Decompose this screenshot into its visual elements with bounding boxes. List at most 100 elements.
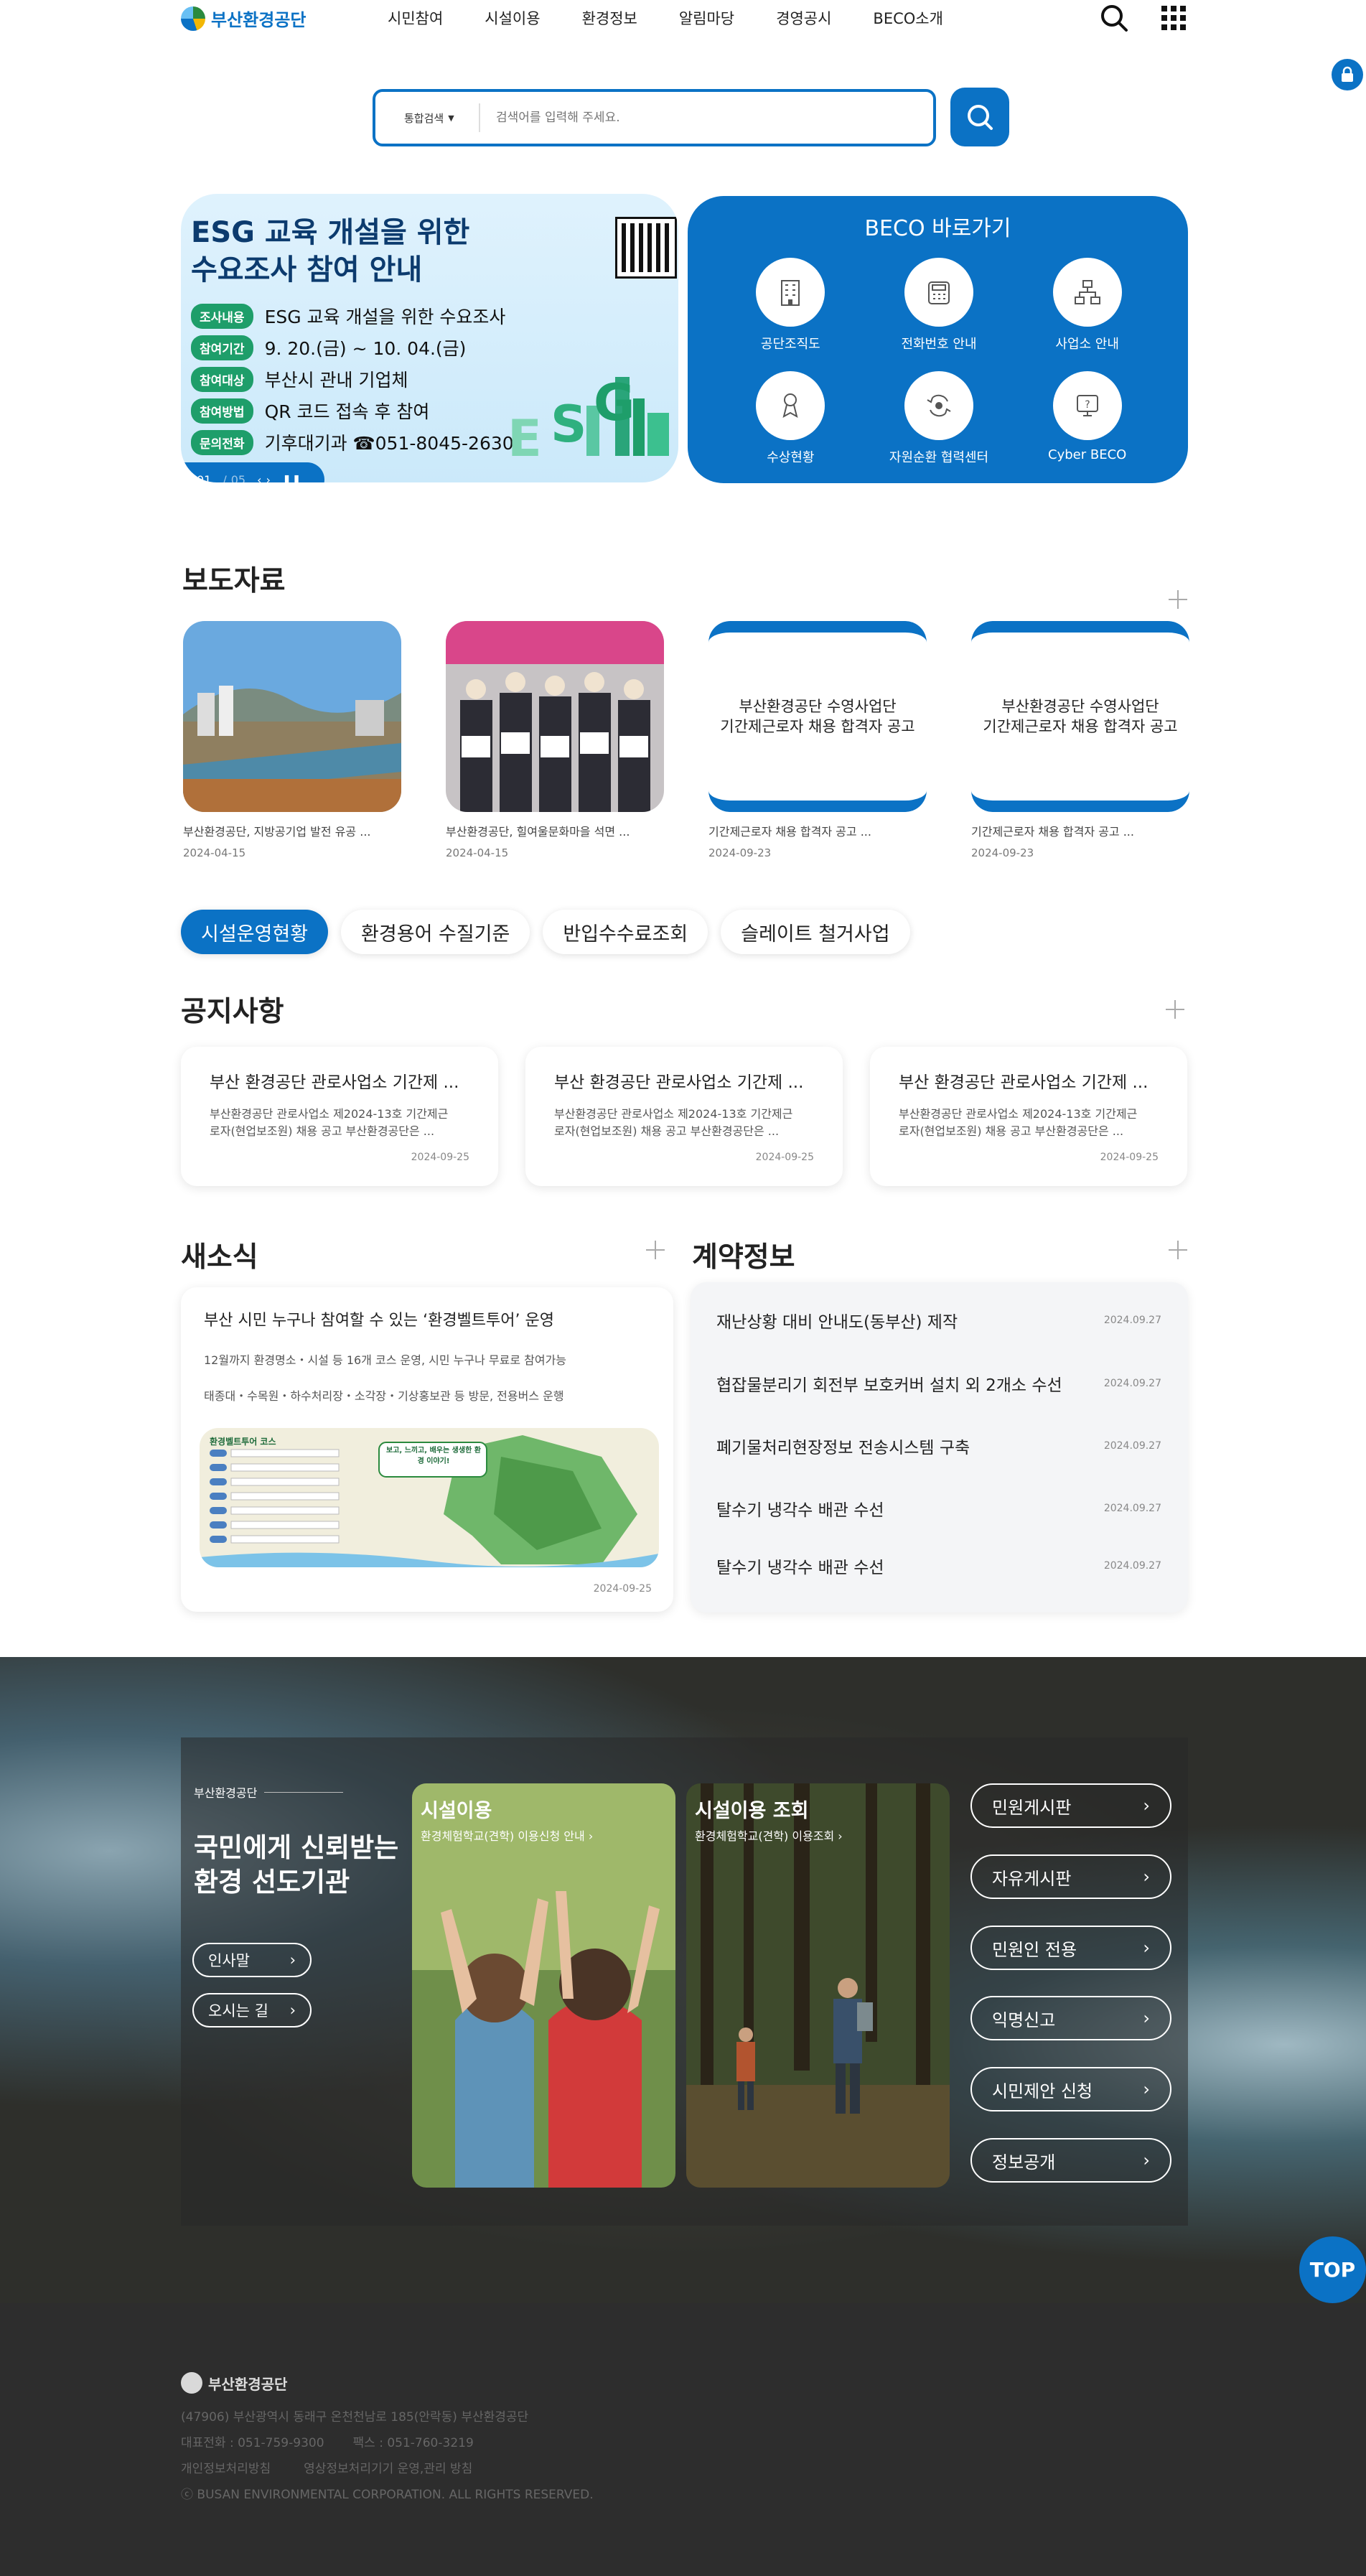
press-card[interactable]: 부산환경공단 수영사업단 기간제근로자 채용 합격자 공고 기간제근로자 채용 합… [971, 621, 1189, 859]
shortcut-cyber-beco[interactable]: ? Cyber BECO [1013, 371, 1161, 466]
press-card[interactable]: 부산환경공단, 힐여울문화마을 석면 ... 2024-04-15 [446, 621, 664, 859]
search-scope-select[interactable]: 통합검색 ▼ [375, 103, 480, 132]
contract-row-date: 2024.09.27 [1103, 1440, 1161, 1452]
link-civil-only[interactable]: 민원인 전용 › [970, 1926, 1171, 1970]
search-scope-label: 통합검색 [404, 111, 444, 125]
tab-facility-status[interactable]: 시설운영현황 [181, 910, 329, 954]
svg-text:S: S [551, 395, 586, 454]
press-more-icon[interactable] [1169, 590, 1187, 609]
contract-row[interactable]: 폐기물처리현장정보 전송시스템 구축 2024.09.27 [716, 1434, 1161, 1458]
next-icon[interactable]: › [266, 473, 271, 483]
prev-icon[interactable]: ‹ [257, 473, 261, 483]
link-label: 익명신고 [992, 2010, 1056, 2030]
contract-row-title: 탈수기 냉각수 배관 수선 [716, 1501, 884, 1520]
contract-row-title: 협잡물분리기 회전부 보호커버 설치 외 2개소 수선 [716, 1376, 1062, 1395]
shortcut-label: 전화번호 안내 [901, 337, 977, 352]
notice-more-icon[interactable] [1166, 1000, 1184, 1019]
contract-title: 계약정보 [692, 1241, 795, 1274]
link-info-disclosure[interactable]: 정보공개 › [970, 2138, 1171, 2183]
chevron-right-icon: › [1143, 1867, 1150, 1887]
press-date: 2024-09-23 [971, 846, 1034, 859]
all-menu-icon[interactable] [1157, 1, 1190, 34]
contract-row[interactable]: 협잡물분리기 회전부 보호커버 설치 외 2개소 수선 2024.09.27 [716, 1371, 1161, 1396]
notice-card-summary: 부산환경공단 관로사업소 제2024-13호 기간제근 로자(현업보조원) 채용 … [210, 1106, 469, 1140]
contract-row[interactable]: 탈수기 냉각수 배관 수선 2024.09.27 [716, 1496, 1161, 1521]
phone-icon [904, 258, 973, 327]
nav-item-citizen[interactable]: 시민참여 [388, 7, 443, 29]
link-free-board[interactable]: 자유게시판 › [970, 1854, 1171, 1899]
shortcut-label: 자원순환 협력센터 [889, 450, 989, 465]
news-headline: 부산 시민 누구나 참여할 수 있는 ‘환경벨트투어’ 운영 [204, 1312, 554, 1330]
banner-row-value: QR 코드 접속 후 참여 [264, 401, 430, 422]
notice-card[interactable]: 부산 환경공단 관로사업소 기간제 ... 부산환경공단 관로사업소 제2024… [181, 1047, 498, 1186]
notice-summary-line2: 로자(현업보조원) 채용 공고 부산환경공단은 ... [554, 1124, 780, 1138]
poster-slogan: 보고, 느끼고, 배우는 생생한 환경 이야기! [386, 1447, 481, 1465]
banner-row-label: 참여방법 [191, 398, 253, 424]
search-input[interactable] [480, 111, 933, 125]
press-date: 2024-04-15 [183, 846, 246, 859]
svg-text:E: E [507, 409, 542, 468]
tab-slate-removal[interactable]: 슬레이트 철거사업 [721, 910, 910, 954]
search-bar: 통합검색 ▼ [373, 89, 936, 146]
contract-list: 재난상황 대비 안내도(동부산) 제작 2024.09.27 협잡물분리기 회전부… [691, 1282, 1188, 1613]
lookup-card-sub-text: 환경체험학교(견학) 이용조회 [695, 1829, 835, 1843]
tab-fee-lookup[interactable]: 반입수수료조회 [543, 910, 708, 954]
press-text-card: 부산환경공단 수영사업단 기간제근로자 채용 합격자 공고 [971, 621, 1189, 812]
notice-card-title: 부산 환경공단 관로사업소 기간제 ... [554, 1073, 804, 1092]
directions-button[interactable]: 오시는 길 › [192, 1993, 312, 2027]
shortcut-phone[interactable]: 전화번호 안내 [865, 258, 1014, 353]
nav-item-notice[interactable]: 알림마당 [679, 7, 734, 29]
cctv-policy-link[interactable]: 영상정보처리기기 운영,관리 방침 [304, 2458, 472, 2476]
contract-row-date: 2024.09.27 [1103, 1503, 1161, 1514]
nav-item-management[interactable]: 경영공시 [776, 7, 831, 29]
news-title: 새소식 [181, 1241, 258, 1274]
notice-card[interactable]: 부산 환경공단 관로사업소 기간제 ... 부산환경공단 관로사업소 제2024… [525, 1047, 843, 1186]
chevron-right-icon: › [1143, 2079, 1150, 2099]
shortcut-recycle-center[interactable]: 자원순환 협력센터 [865, 371, 1014, 466]
logo-text: 부산환경공단 [211, 10, 307, 30]
news-card[interactable]: 부산 시민 누구나 참여할 수 있는 ‘환경벨트투어’ 운영 12월까지 환경명… [181, 1287, 673, 1612]
chevron-right-icon: › [1143, 1938, 1150, 1958]
link-civil-board[interactable]: 민원게시판 › [970, 1783, 1171, 1828]
tab-water-quality[interactable]: 환경용어 수질기준 [341, 910, 530, 954]
contract-row[interactable]: 탈수기 냉각수 배관 수선 2024.09.27 [716, 1554, 1161, 1578]
shortcut-awards[interactable]: 수상현황 [716, 371, 865, 466]
pause-icon[interactable]: ❚❚ [282, 473, 301, 483]
chevron-right-icon: › [1143, 2008, 1150, 2028]
nav-item-about[interactable]: BECO소개 [873, 7, 943, 29]
lock-icon[interactable] [1332, 59, 1363, 90]
facility-use-card[interactable]: 시설이용 환경체험학교(견학) 이용신청 안내 › [412, 1783, 675, 2188]
trophy-icon [756, 371, 825, 440]
search-button[interactable] [950, 88, 1009, 146]
scroll-top-button[interactable]: TOP [1299, 2236, 1366, 2303]
contract-row[interactable]: 재난상황 대비 안내도(동부산) 제작 2024.09.27 [716, 1308, 1161, 1333]
main-banner[interactable]: ESG 교육 개설을 위한 수요조사 참여 안내 조사내용 ESG 교육 개설을 위… [181, 194, 678, 482]
promo-org: 부산환경공단 [194, 1783, 344, 1801]
press-card[interactable]: 부산환경공단 수영사업단 기간제근로자 채용 합격자 공고 기간제근로자 채용 합… [708, 621, 927, 859]
greeting-label: 인사말 [208, 1952, 250, 1969]
greeting-button[interactable]: 인사말 › [192, 1943, 312, 1977]
facility-photo [412, 1783, 675, 2188]
link-anonymous-report[interactable]: 익명신고 › [970, 1996, 1171, 2040]
site-logo[interactable]: 부산환경공단 [181, 6, 306, 31]
banner-row: 참여대상 부산시 관내 기업체 [191, 366, 408, 392]
search-icon[interactable] [1098, 1, 1131, 34]
nav-item-facility[interactable]: 시설이용 [485, 7, 540, 29]
link-citizen-proposal[interactable]: 시민제안 신청 › [970, 2067, 1171, 2111]
footer-copyright: ⓒ BUSAN ENVIRONMENTAL CORPORATION. ALL R… [181, 2488, 594, 2502]
press-card-line2: 기간제근로자 채용 합격자 공고 [720, 718, 915, 735]
nav-item-env-info[interactable]: 환경정보 [582, 7, 637, 29]
news-more-icon[interactable] [646, 1241, 665, 1259]
quick-tabs: 시설운영현황 환경용어 수질기준 반입수수료조회 슬레이트 철거사업 [181, 910, 910, 954]
contract-more-icon[interactable] [1169, 1241, 1187, 1259]
privacy-policy-link[interactable]: 개인정보처리방침 [181, 2458, 271, 2476]
banner-controls: 01 /05 ‹ › ❚❚ [181, 462, 324, 482]
press-card[interactable]: 부산환경공단, 지방공기업 발전 유공 ... 2024-04-15 [183, 621, 401, 859]
notice-card[interactable]: 부산 환경공단 관로사업소 기간제 ... 부산환경공단 관로사업소 제2024… [870, 1047, 1187, 1186]
shortcut-branches[interactable]: 사업소 안내 [1013, 258, 1161, 353]
shortcut-org-chart[interactable]: 공단조직도 [716, 258, 865, 353]
building-icon [756, 258, 825, 327]
facility-lookup-card[interactable]: 시설이용 조회 환경체험학교(견학) 이용조회 › [686, 1783, 950, 2188]
notice-summary-line2: 로자(현업보조원) 채용 공고 부산환경공단은 ... [899, 1124, 1124, 1138]
notice-summary-line1: 부산환경공단 관로사업소 제2024-13호 기간제근 [554, 1107, 793, 1121]
